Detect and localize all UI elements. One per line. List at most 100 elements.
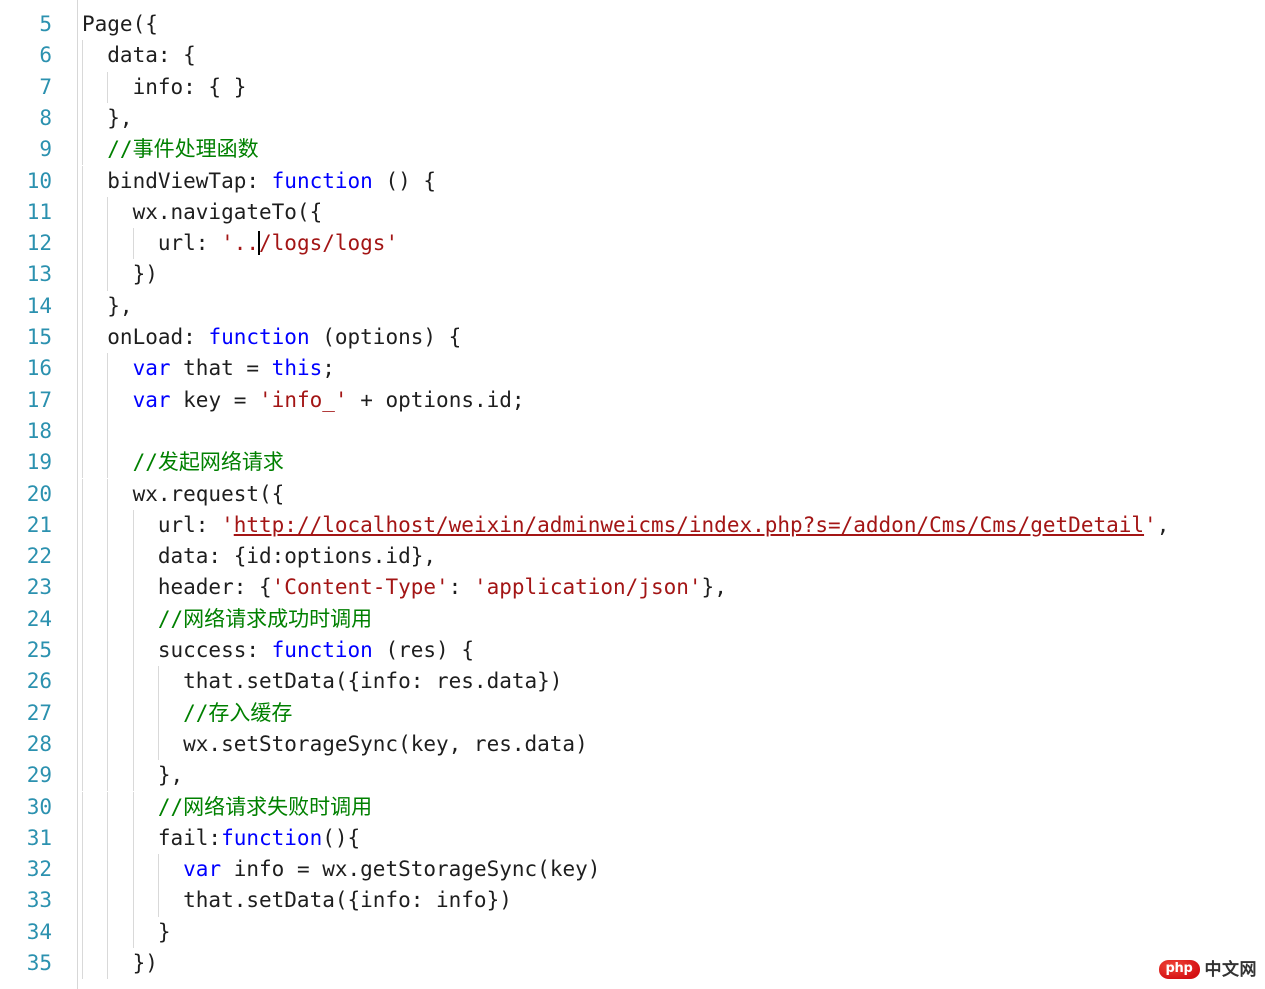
code-token-comment: //存入缓存	[82, 700, 293, 725]
line-number: 7	[39, 74, 52, 99]
code-content-area[interactable]: Page({ data: { info: { } }, //事件处理函数 bin…	[78, 0, 1265, 989]
line-number: 9	[39, 137, 52, 162]
code-token-comment: //发起网络请求	[82, 450, 284, 475]
line-number: 33	[26, 888, 52, 913]
code-token-keyword: function	[271, 638, 373, 662]
code-token-plain: wx.navigateTo({	[82, 199, 323, 224]
code-token-plain: },	[701, 575, 727, 600]
code-line[interactable]: header: {'Content-Type': 'application/js…	[82, 572, 727, 603]
code-token-plain: :	[448, 575, 474, 600]
line-number: 18	[26, 418, 52, 443]
code-token-plain: (options) {	[309, 325, 462, 349]
watermark-label: 中文网	[1204, 959, 1257, 980]
code-line[interactable]: url: '../logs/logs'	[82, 228, 398, 259]
code-line[interactable]: info: { }	[82, 72, 247, 103]
line-number: 12	[26, 231, 52, 256]
code-token-plain: })	[82, 951, 158, 975]
code-line[interactable]: that.setData({info: res.data})	[82, 666, 562, 697]
code-line[interactable]: var key = 'info_' + options.id;	[82, 385, 525, 416]
code-line[interactable]: data: {id:options.id},	[82, 541, 436, 572]
code-line[interactable]: url: 'http://localhost/weixin/adminweicm…	[82, 510, 1170, 541]
code-line[interactable]: //网络请求失败时调用	[82, 792, 372, 823]
code-token-keyword: var	[132, 356, 171, 381]
code-line[interactable]: data: {	[82, 40, 196, 71]
code-token-keyword: function	[221, 825, 323, 850]
code-line[interactable]: that.setData({info: info})	[82, 885, 512, 916]
code-token-plain: key =	[170, 387, 260, 412]
code-line[interactable]: },	[82, 291, 132, 322]
code-token-plain: url:	[82, 512, 222, 537]
code-token-plain: },	[82, 763, 184, 788]
code-token-plain: that =	[170, 356, 272, 381]
line-number: 15	[26, 325, 52, 349]
code-token-plain: + options.id;	[347, 387, 525, 412]
line-number: 19	[26, 450, 52, 475]
line-number: 25	[26, 638, 52, 662]
code-line[interactable]: //事件处理函数	[82, 134, 259, 165]
indent-guide	[82, 415, 83, 448]
code-token-plain: success:	[82, 638, 272, 662]
line-number: 8	[39, 105, 52, 130]
code-line[interactable]: wx.setStorageSync(key, res.data)	[82, 729, 588, 760]
code-line[interactable]: onLoad: function (options) {	[82, 322, 461, 353]
code-token-plain: that.setData({info: info})	[82, 888, 512, 913]
code-line[interactable]: //网络请求成功时调用	[82, 604, 372, 635]
line-number: 13	[26, 262, 52, 287]
line-number: 6	[39, 43, 52, 68]
code-line[interactable]: })	[82, 259, 158, 290]
code-token-plain: wx.setStorageSync(key, res.data)	[82, 731, 588, 756]
code-line[interactable]: }	[82, 917, 171, 948]
code-line[interactable]: },	[82, 103, 133, 134]
line-number: 23	[26, 575, 52, 600]
code-token-comment: //网络请求成功时调用	[82, 606, 373, 631]
code-token-comment: //事件处理函数	[82, 137, 259, 162]
code-line[interactable]: })	[82, 948, 158, 979]
code-line[interactable]: },	[82, 760, 183, 791]
watermark-php-chinese-net: php 中文网	[1158, 959, 1257, 980]
line-number: 32	[26, 857, 52, 882]
code-token-keyword: this	[271, 356, 323, 381]
code-token-plain: info: { }	[82, 74, 247, 99]
line-number: 34	[26, 919, 52, 944]
code-line[interactable]: bindViewTap: function () {	[82, 166, 436, 197]
code-line[interactable]: wx.request({	[82, 479, 285, 510]
code-line[interactable]: wx.navigateTo({	[82, 197, 323, 228]
code-line[interactable]: Page({	[82, 9, 158, 40]
code-line[interactable]: //发起网络请求	[82, 447, 284, 478]
code-token-plain: url:	[82, 231, 222, 256]
line-number: 22	[26, 544, 52, 569]
code-token-keyword: var	[132, 387, 171, 412]
code-token-plain: },	[82, 105, 133, 130]
code-token-string: 'Content-Type'	[271, 575, 449, 600]
line-number: 5	[39, 12, 52, 36]
code-token-plain: header: {	[82, 575, 272, 600]
code-token-plain: })	[82, 262, 158, 287]
line-number: 11	[26, 199, 52, 224]
line-number: 26	[26, 669, 52, 694]
line-number: 17	[26, 387, 52, 412]
code-token-plain: }	[82, 919, 171, 944]
code-token-plain: fail:	[82, 825, 222, 850]
code-token-string: '..	[221, 231, 260, 256]
code-line[interactable]: success: function (res) {	[82, 635, 474, 666]
code-token-string: 'info_'	[259, 387, 348, 412]
code-line[interactable]: var info = wx.getStorageSync(key)	[82, 854, 600, 885]
code-token-keyword: var	[183, 857, 222, 882]
line-number: 35	[26, 951, 52, 975]
line-number: 14	[26, 293, 52, 318]
code-line[interactable]: var that = this;	[82, 353, 335, 384]
code-token-plain: info = wx.getStorageSync(key)	[221, 857, 601, 882]
line-number: 30	[26, 794, 52, 819]
code-token-comment: //网络请求失败时调用	[82, 794, 373, 819]
code-line[interactable]: fail:function(){	[82, 823, 360, 854]
code-token-keyword: function	[208, 325, 310, 349]
code-line[interactable]: //存入缓存	[82, 698, 292, 729]
line-number: 16	[26, 356, 52, 381]
code-token-plain: (res) {	[372, 638, 474, 662]
code-editor[interactable]: 5 6 7 8 9 10 11 12 13 14 15 16 17 18 19 20 21 22 23 24 25 26 2…	[0, 0, 1265, 989]
line-number: 29	[26, 763, 52, 788]
code-token-plain: that.setData({info: res.data})	[82, 669, 563, 694]
code-token-link[interactable]: http://localhost/weixin/adminweicms/inde…	[234, 513, 1144, 537]
